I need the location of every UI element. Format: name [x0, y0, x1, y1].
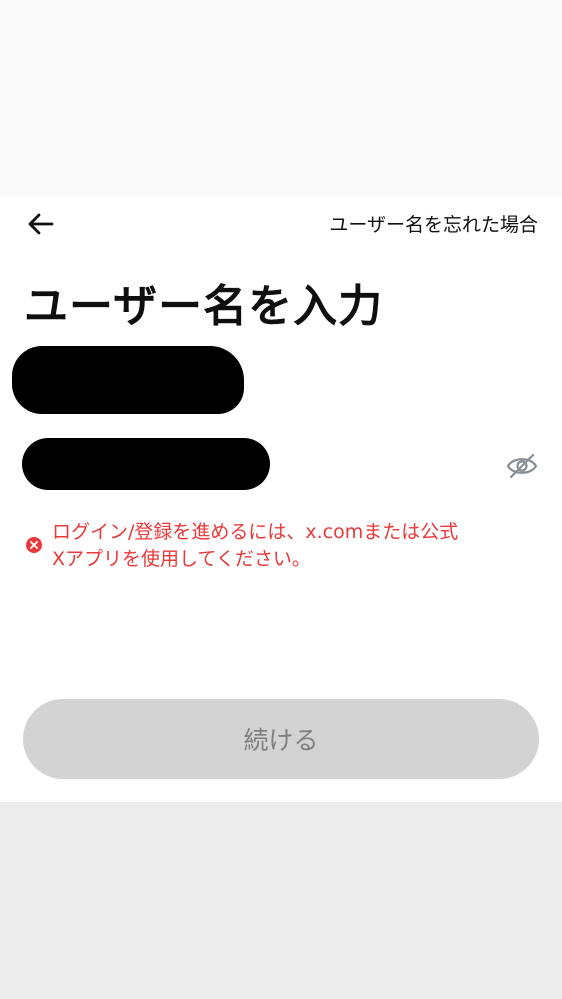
toggle-visibility-button[interactable]: [502, 448, 542, 484]
continue-button[interactable]: 続ける: [23, 699, 539, 779]
redacted-text-block: [17, 352, 229, 400]
bottom-blank-area: [0, 802, 562, 999]
error-x-icon: [26, 537, 42, 553]
back-button[interactable]: [20, 204, 60, 244]
redacted-input-value: [29, 445, 267, 489]
error-line-2: Xアプリを使用してください。: [52, 548, 311, 570]
forgot-username-link[interactable]: ユーザー名を忘れた場合: [329, 210, 538, 237]
arrow-left-icon: [28, 213, 54, 235]
page-title: ユーザー名を入力: [24, 281, 384, 332]
login-sheet: ユーザー名を忘れた場合 ユーザー名を入力 ログイン/登録を進めるには、x.com…: [0, 196, 562, 802]
error-line-1: ログイン/登録を進めるには、x.comまたは公式: [52, 521, 459, 543]
top-blank-area: [0, 0, 562, 196]
error-text: ログイン/登録を進めるには、x.comまたは公式 Xアプリを使用してください。: [52, 519, 552, 573]
eye-off-icon: [506, 453, 538, 479]
